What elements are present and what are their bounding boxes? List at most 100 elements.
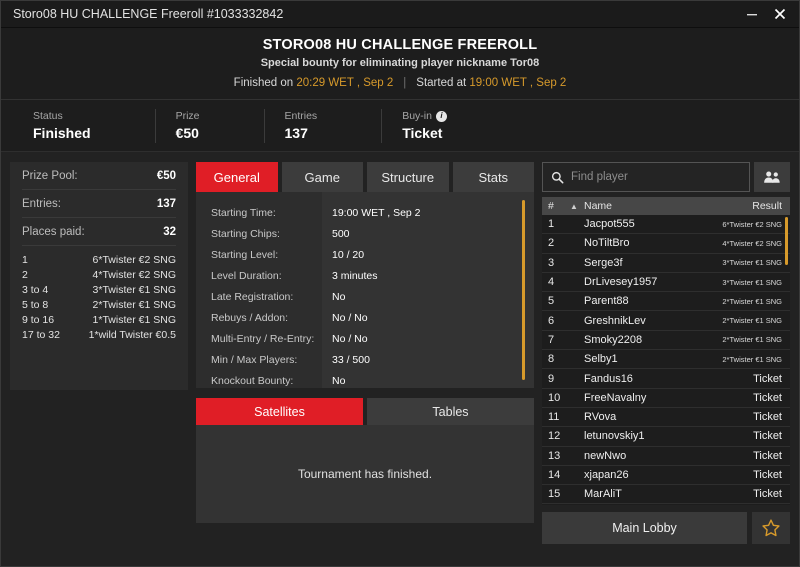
general-scrollbar-thumb[interactable] [522,200,525,380]
status-stat-status: Status Finished [33,110,109,141]
player-name: newNwo [584,449,627,462]
player-list-scrollbar[interactable] [785,215,788,505]
finished-label: Finished on [233,77,294,89]
table-row[interactable]: 1 Jacpot555 6*Twister €2 SNG [542,215,790,235]
payout-item: 3 to 4 3*Twister €1 SNG [22,283,176,298]
tab-general[interactable]: General [196,162,278,192]
header-result[interactable]: Result [752,200,782,212]
table-row[interactable]: 14 xjapan26 Ticket [542,466,790,486]
table-row[interactable]: 2 NoTiltBro 4*Twister €2 SNG [542,234,790,254]
payout-place: 1 [22,254,28,266]
player-rank: 15 [548,488,561,501]
window-controls [739,2,793,26]
finished-value: 20:29 WET , Sep 2 [296,77,394,89]
player-rank: 9 [548,372,555,385]
player-result: 2*Twister €1 SNG [722,354,782,364]
tab-structure[interactable]: Structure [367,162,449,192]
header-name[interactable]: Name [584,200,752,212]
player-name: NoTiltBro [584,237,630,250]
status-stat-label: Prize [175,110,200,122]
table-row[interactable]: 7 Smoky2208 2*Twister €1 SNG [542,331,790,351]
player-name: xjapan26 [584,469,629,481]
tournament-lobby-window: Storo08 HU CHALLENGE Freeroll #103333284… [0,0,800,567]
player-result: 4*Twister €2 SNG [722,238,782,248]
players-column: Find player # ▲ Name Result 1 Jacpot555 … [542,162,790,544]
player-list-header: # ▲ Name Result [542,197,790,215]
prize-pool-panel: Prize Pool: €50 Entries: 137 Places paid… [10,162,188,390]
table-row[interactable]: 12 letunovskiy1 Ticket [542,427,790,447]
tab-satellites[interactable]: Satellites [196,398,363,425]
status-divider [154,108,156,143]
status-stat-buyin: Buy-in i Ticket [402,110,465,141]
player-result: 2*Twister €1 SNG [722,335,782,345]
player-rank: 3 [548,256,555,269]
header-number[interactable]: # [548,200,570,212]
player-result: Ticket [753,391,782,404]
prize-pool-key: Prize Pool: [22,169,78,182]
status-stat-value: €50 [175,125,199,141]
status-divider [381,108,383,143]
window-titlebar: Storo08 HU CHALLENGE Freeroll #103333284… [1,1,799,28]
player-result: 2*Twister €1 SNG [722,296,782,306]
player-name: GreshnikLev [584,314,646,327]
tournament-header: STORO08 HU CHALLENGE FREEROLL Special bo… [1,28,799,100]
player-list-scrollbar-thumb[interactable] [785,217,788,265]
payout-item: 1 6*Twister €2 SNG [22,253,176,268]
table-row[interactable]: 8 Selby1 2*Twister €1 SNG [542,350,790,370]
table-row[interactable]: 6 GreshnikLev 2*Twister €1 SNG [542,311,790,331]
general-values-column: 19:00 WET , Sep 2 500 10 / 20 3 minutes … [322,192,534,388]
table-row[interactable]: 13 newNwo Ticket [542,447,790,466]
tab-stats[interactable]: Stats [452,162,534,192]
prize-pool-row: Prize Pool: €50 [22,162,176,190]
payout-list: 1 6*Twister €2 SNG 2 4*Twister €2 SNG 3 … [22,246,176,343]
minimize-icon[interactable] [739,2,765,26]
table-row[interactable]: 10 FreeNavalny Ticket [542,389,790,408]
table-row[interactable]: 9 Fandus16 Ticket [542,369,790,389]
payout-item: 5 to 8 2*Twister €1 SNG [22,298,176,313]
lobby-body: Prize Pool: €50 Entries: 137 Places paid… [1,152,799,544]
info-icon[interactable]: i [435,110,447,122]
sort-ascending-icon[interactable]: ▲ [570,202,584,211]
started-label: Started at [416,77,467,89]
player-search-row: Find player [542,162,790,192]
player-result: 3*Twister €1 SNG [722,277,782,287]
general-scrollbar[interactable] [522,200,525,380]
table-row[interactable]: 5 Parent88 2*Twister €1 SNG [542,292,790,312]
payout-place: 2 [22,269,28,281]
general-label: Multi-Entry / Re-Entry: [211,332,315,345]
payout-place: 3 to 4 [22,284,49,296]
player-name: Fandus16 [584,372,633,385]
general-value: 10 / 20 [332,248,365,261]
entries-key: Entries: [22,197,61,210]
people-button[interactable] [754,162,790,192]
close-icon[interactable] [767,2,793,26]
started-value: 19:00 WET , Sep 2 [469,77,567,89]
people-icon [764,171,780,183]
payout-item: 17 to 32 1*wild Twister €0.5 [22,328,176,343]
table-row[interactable]: 4 DrLivesey1957 3*Twister €1 SNG [542,273,790,293]
player-rank: 11 [548,411,560,424]
player-name: RVova [584,411,617,424]
player-name: Parent88 [584,295,629,308]
status-stat-label: Buy-in i [402,110,447,122]
search-placeholder: Find player [571,171,628,183]
entries-row: Entries: 137 [22,190,176,218]
main-lobby-button[interactable]: Main Lobby [542,512,747,544]
tab-game[interactable]: Game [281,162,363,192]
detail-tabs: General Game Structure Stats [196,162,534,192]
general-value: 33 / 500 [332,353,370,366]
tab-tables[interactable]: Tables [367,398,534,425]
entries-value: 137 [156,197,176,210]
favorite-button[interactable] [752,512,790,544]
table-row[interactable]: 15 MarAliT Ticket [542,485,790,505]
search-input[interactable]: Find player [542,162,750,192]
satellites-panel: Tournament has finished. [196,425,534,523]
payout-item: 2 4*Twister €2 SNG [22,268,176,283]
general-value: 500 [332,227,350,240]
table-row[interactable]: 11 RVova Ticket [542,408,790,428]
general-label: Starting Time: [211,206,276,219]
player-list[interactable]: 1 Jacpot555 6*Twister €2 SNG 2 NoTiltBro… [542,215,790,505]
payout-place: 9 to 16 [22,314,55,326]
table-row[interactable]: 3 Serge3f 3*Twister €1 SNG [542,254,790,273]
tournament-subtitle: Special bounty for eliminating player ni… [260,57,540,69]
